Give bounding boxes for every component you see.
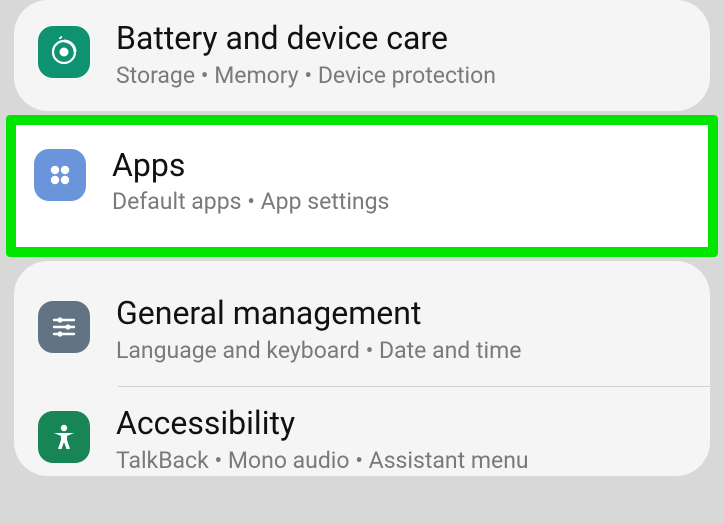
- apps-text: Apps Default apps • App settings: [112, 147, 690, 218]
- settings-row-general[interactable]: General management Language and keyboard…: [14, 295, 710, 366]
- settings-card-bottom: General management Language and keyboard…: [14, 261, 710, 475]
- settings-row-accessibility[interactable]: Accessibility TalkBack • Mono audio • As…: [14, 387, 710, 476]
- settings-row-apps[interactable]: Apps Default apps • App settings: [16, 125, 708, 248]
- general-title: General management: [116, 295, 686, 332]
- settings-card-top: Battery and device care Storage • Memory…: [14, 0, 710, 111]
- apps-icon: [34, 149, 86, 201]
- accessibility-text: Accessibility TalkBack • Mono audio • As…: [116, 405, 686, 476]
- accessibility-icon: [38, 411, 90, 463]
- apps-subtitle: Default apps • App settings: [112, 187, 690, 217]
- general-subtitle: Language and keyboard • Date and time: [116, 336, 686, 366]
- battery-subtitle: Storage • Memory • Device protection: [116, 61, 686, 91]
- general-management-icon: [38, 301, 90, 353]
- battery-title: Battery and device care: [116, 20, 686, 57]
- battery-care-icon: [38, 26, 90, 78]
- accessibility-subtitle: TalkBack • Mono audio • Assistant menu: [116, 446, 686, 476]
- settings-row-battery[interactable]: Battery and device care Storage • Memory…: [14, 0, 710, 91]
- accessibility-title: Accessibility: [116, 405, 686, 442]
- apps-title: Apps: [112, 147, 690, 184]
- battery-text: Battery and device care Storage • Memory…: [116, 20, 686, 91]
- highlight-apps: Apps Default apps • App settings: [6, 115, 718, 258]
- general-text: General management Language and keyboard…: [116, 295, 686, 366]
